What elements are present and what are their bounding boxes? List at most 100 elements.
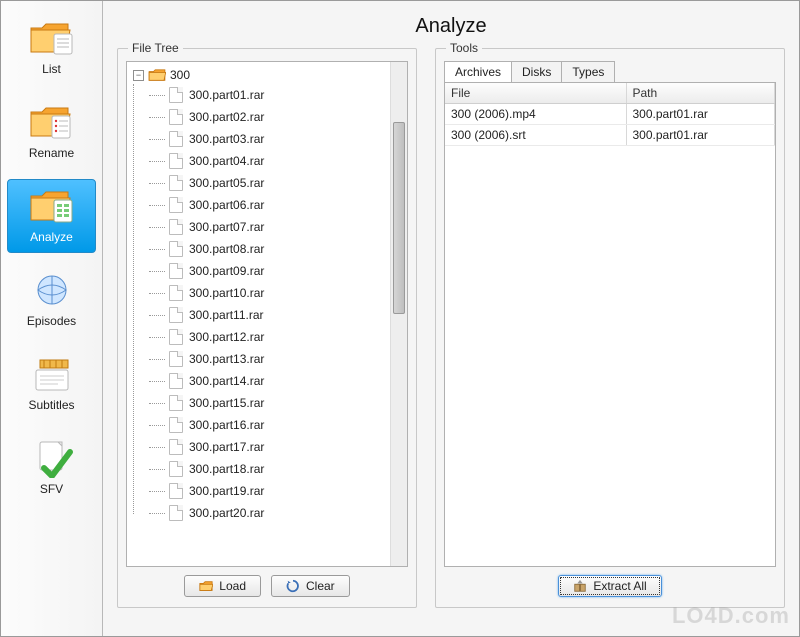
tree-file-label: 300.part17.rar (189, 440, 264, 454)
sidebar-item-label: Episodes (27, 314, 76, 328)
file-tree-viewport[interactable]: − 300 300.part01.rar 300.part02.rar 300.pa… (127, 62, 390, 566)
tree-file-node[interactable]: 300.part10.rar (149, 282, 388, 304)
archive-extract-icon (573, 579, 587, 593)
tab-archives[interactable]: Archives (445, 62, 512, 82)
tree-file-label: 300.part03.rar (189, 132, 264, 146)
load-button[interactable]: Load (184, 575, 261, 597)
cell-file: 300 (2006).srt (445, 125, 627, 145)
sidebar-item-rename[interactable]: Rename (7, 95, 96, 169)
tree-file-node[interactable]: 300.part01.rar (149, 84, 388, 106)
folder-list-icon (28, 18, 76, 58)
document-icon (169, 109, 183, 125)
tree-file-node[interactable]: 300.part06.rar (149, 194, 388, 216)
app-window: List Rename (0, 0, 800, 637)
document-icon (169, 351, 183, 367)
document-icon (169, 329, 183, 345)
tree-file-label: 300.part20.rar (189, 506, 264, 520)
tab-types[interactable]: Types (562, 62, 614, 82)
document-icon (169, 373, 183, 389)
collapse-toggle-icon[interactable]: − (133, 70, 144, 81)
folder-analyze-icon (28, 186, 76, 226)
scrollbar-vertical[interactable] (390, 62, 407, 566)
tree-file-label: 300.part16.rar (189, 418, 264, 432)
cell-path: 300.part01.rar (627, 125, 776, 145)
tree-file-node[interactable]: 300.part09.rar (149, 260, 388, 282)
tree-file-node[interactable]: 300.part02.rar (149, 106, 388, 128)
tree-file-node[interactable]: 300.part20.rar (149, 502, 388, 524)
tree-file-label: 300.part13.rar (189, 352, 264, 366)
document-icon (169, 131, 183, 147)
tree-file-label: 300.part07.rar (189, 220, 264, 234)
document-icon (169, 219, 183, 235)
subtitles-icon (28, 354, 76, 394)
archives-table: File Path 300 (2006).mp4300.part01.rar30… (444, 82, 776, 567)
tree-file-node[interactable]: 300.part14.rar (149, 370, 388, 392)
tree-file-label: 300.part08.rar (189, 242, 264, 256)
document-icon (169, 417, 183, 433)
file-tree-group: File Tree − 300 (117, 48, 417, 608)
col-path[interactable]: Path (627, 83, 776, 103)
document-icon (169, 439, 183, 455)
document-icon (169, 285, 183, 301)
table-row[interactable]: 300 (2006).srt300.part01.rar (445, 125, 775, 146)
tree-file-node[interactable]: 300.part17.rar (149, 436, 388, 458)
tree-file-label: 300.part12.rar (189, 330, 264, 344)
document-icon (169, 87, 183, 103)
sidebar-item-episodes[interactable]: Episodes (7, 263, 96, 337)
tree-file-node[interactable]: 300.part11.rar (149, 304, 388, 326)
tree-file-node[interactable]: 300.part04.rar (149, 150, 388, 172)
sidebar: List Rename (1, 1, 103, 636)
cell-path: 300.part01.rar (627, 104, 776, 124)
clear-button[interactable]: Clear (271, 575, 350, 597)
file-tree: − 300 300.part01.rar 300.part02.rar 300.pa… (126, 61, 408, 567)
tree-file-label: 300.part15.rar (189, 396, 264, 410)
tree-file-label: 300.part02.rar (189, 110, 264, 124)
cell-file: 300 (2006).mp4 (445, 104, 627, 124)
tools-group: Tools Archives Disks Types File Path 300… (435, 48, 785, 608)
clear-button-label: Clear (306, 579, 335, 593)
globe-icon (28, 270, 76, 310)
tree-root-label: 300 (170, 68, 190, 82)
sidebar-item-analyze[interactable]: Analyze (7, 179, 96, 253)
folder-open-icon (199, 579, 213, 593)
sidebar-item-subtitles[interactable]: Subtitles (7, 347, 96, 421)
document-icon (169, 307, 183, 323)
tree-root-node[interactable]: − 300 (133, 66, 388, 84)
tree-file-node[interactable]: 300.part19.rar (149, 480, 388, 502)
tree-file-node[interactable]: 300.part13.rar (149, 348, 388, 370)
tab-disks[interactable]: Disks (512, 62, 562, 82)
tree-file-node[interactable]: 300.part16.rar (149, 414, 388, 436)
document-icon (169, 505, 183, 521)
table-row[interactable]: 300 (2006).mp4300.part01.rar (445, 104, 775, 125)
col-file[interactable]: File (445, 83, 627, 103)
tree-file-label: 300.part18.rar (189, 462, 264, 476)
tree-file-node[interactable]: 300.part03.rar (149, 128, 388, 150)
sidebar-item-label: Subtitles (28, 398, 74, 412)
main-area: Analyze File Tree − (103, 1, 799, 636)
table-header: File Path (445, 83, 775, 104)
tree-file-label: 300.part04.rar (189, 154, 264, 168)
tree-file-node[interactable]: 300.part08.rar (149, 238, 388, 260)
document-icon (169, 153, 183, 169)
tree-file-node[interactable]: 300.part12.rar (149, 326, 388, 348)
sfv-check-icon (28, 438, 76, 478)
tree-file-label: 300.part11.rar (189, 308, 264, 322)
table-empty-area (445, 146, 775, 566)
refresh-icon (286, 579, 300, 593)
document-icon (169, 483, 183, 499)
tree-file-label: 300.part10.rar (189, 286, 264, 300)
sidebar-item-label: SFV (40, 482, 63, 496)
tree-file-node[interactable]: 300.part18.rar (149, 458, 388, 480)
tools-legend: Tools (446, 41, 482, 55)
sidebar-item-sfv[interactable]: SFV (7, 431, 96, 505)
sidebar-item-label: Analyze (30, 230, 73, 244)
tree-file-node[interactable]: 300.part05.rar (149, 172, 388, 194)
document-icon (169, 395, 183, 411)
tree-file-node[interactable]: 300.part07.rar (149, 216, 388, 238)
extract-all-button[interactable]: Extract All (558, 575, 661, 597)
tree-file-node[interactable]: 300.part15.rar (149, 392, 388, 414)
load-button-label: Load (219, 579, 246, 593)
tree-file-label: 300.part06.rar (189, 198, 264, 212)
document-icon (169, 197, 183, 213)
sidebar-item-list[interactable]: List (7, 11, 96, 85)
